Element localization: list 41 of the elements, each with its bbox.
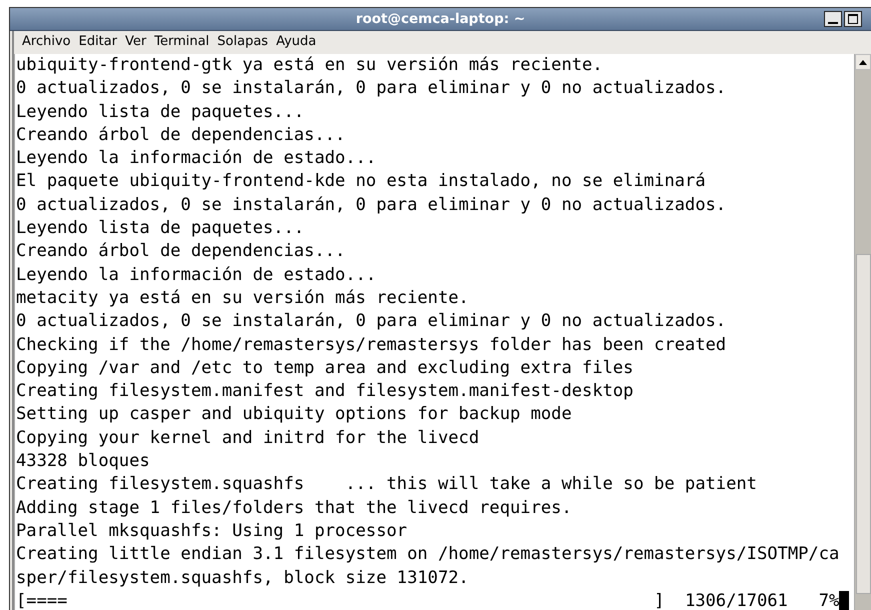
- terminal-line: Creating little endian 3.1 filesystem on /home/remastersys/remastersys/ISOTMP/ca: [16, 543, 840, 566]
- terminal-line: Creando árbol de dependencias...: [16, 240, 346, 264]
- terminal-line: El paquete ubiquity-frontend-kde no esta instalado, no se eliminará: [16, 170, 706, 194]
- terminal-line: Leyendo lista de paquetes...: [16, 100, 304, 124]
- progress-percent: 7%: [818, 590, 840, 610]
- terminal-line: Leyendo la información de estado...: [16, 147, 376, 170]
- terminal-line: 0 actualizados, 0 se instalarán, 0 para eliminar y 0 no actualizados.: [16, 194, 726, 217]
- terminal-line: Creating filesystem.manifest and filesystem.manifest-desktop: [16, 380, 634, 404]
- progress-end: ]: [654, 590, 664, 610]
- scroll-up-icon: [859, 60, 867, 64]
- terminal-line: 43328 bloques: [16, 450, 150, 474]
- terminal-line: Parallel mksquashfs: Using 1 processor: [16, 520, 408, 543]
- terminal-line: Checking if the /home/remastersys/remastersys folder has been created: [16, 334, 726, 357]
- terminal-line: Creating filesystem.squashfs ... this will take a while so be patient: [16, 473, 757, 496]
- terminal-line: Setting up casper and ubiquity options for backup mode: [16, 403, 572, 426]
- progress-text: [====: [16, 590, 68, 610]
- menu-item[interactable]: Terminal: [150, 32, 214, 50]
- terminal-line: Leyendo la información de estado...: [16, 264, 376, 287]
- terminal-line: Copying your kernel and initrd for the livecd: [16, 426, 480, 450]
- maximize-button[interactable]: [844, 11, 862, 27]
- terminal-line: sper/filesystem.squashfs, block size 131072.: [16, 566, 469, 590]
- terminal-line: Creando árbol de dependencias...: [16, 124, 346, 147]
- menu-item[interactable]: Ver: [121, 32, 150, 50]
- terminal-line: metacity ya está en su versión más reciente.: [16, 286, 469, 310]
- terminal-line: ubiquity-frontend-gtk ya está en su versión más reciente.: [16, 54, 603, 77]
- terminal-line: Leyendo lista de paquetes...: [16, 217, 304, 240]
- progress-count: 1306/17061: [684, 590, 788, 610]
- menu-item[interactable]: Ayuda: [272, 32, 320, 50]
- scrollbar[interactable]: [854, 54, 871, 610]
- menu-item[interactable]: Editar: [74, 32, 122, 50]
- terminal-line: Adding stage 1 files/folders that the livecd requires.: [16, 496, 572, 520]
- terminal-line: 0 actualizados, 0 se instalarán, 0 para eliminar y 0 no actualizados.: [16, 310, 726, 334]
- window-title: root@cemca-laptop: ~: [356, 11, 526, 27]
- terminal-line: 0 actualizados, 0 se instalarán, 0 para eliminar y 0 no actualizados.: [16, 77, 726, 100]
- menu-item[interactable]: Archivo: [18, 32, 75, 50]
- minimize-icon: [828, 22, 838, 24]
- text-cursor: [839, 591, 850, 610]
- menu-item[interactable]: Solapas: [213, 32, 272, 50]
- minimize-button[interactable]: [824, 11, 842, 27]
- terminal-line: Copying /var and /etc to temp area and excluding extra files: [16, 356, 634, 380]
- maximize-icon: [848, 14, 858, 24]
